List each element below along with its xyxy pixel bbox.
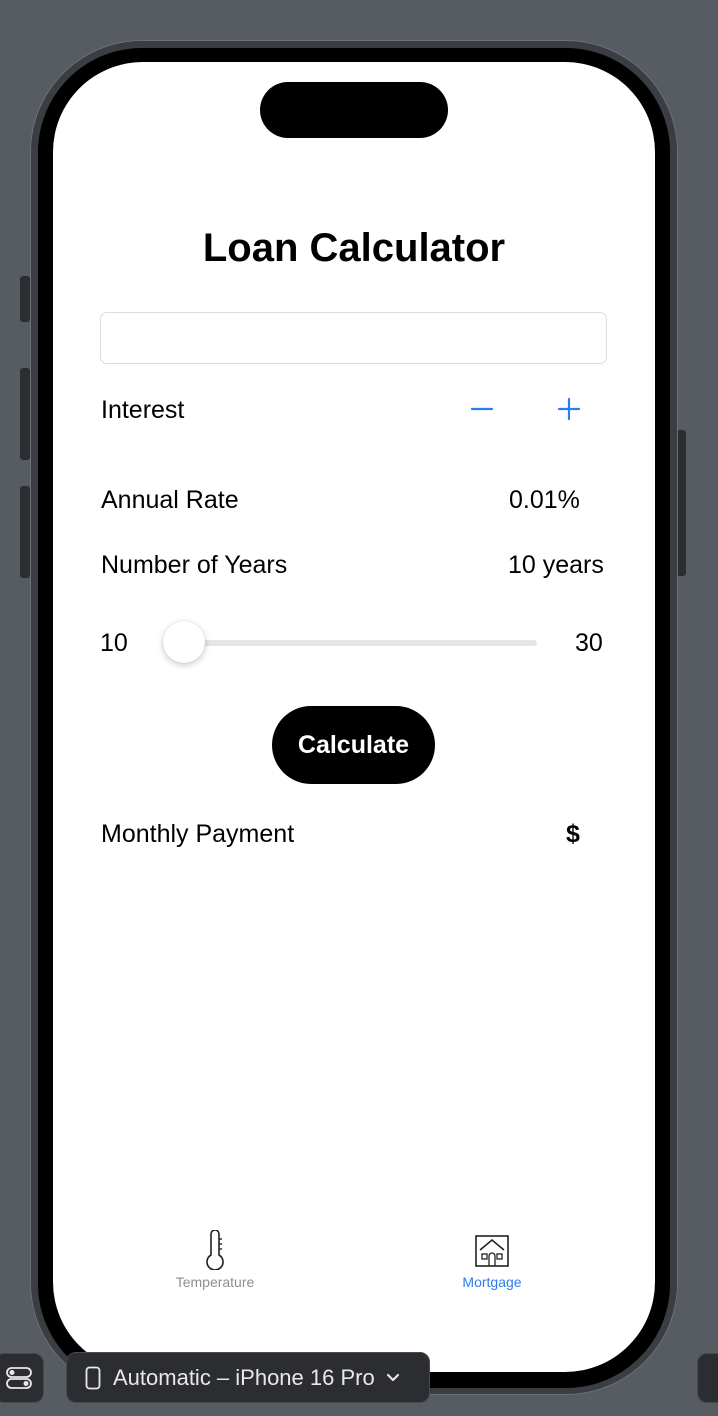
years-slider-track[interactable] <box>173 640 537 646</box>
calculate-button[interactable]: Calculate <box>272 706 435 784</box>
house-icon <box>475 1235 509 1267</box>
minus-icon <box>470 407 494 411</box>
simulator-window: Loan Calculator Interest Annual Rate 0.0… <box>0 0 718 1416</box>
monthly-payment-value: $ <box>566 820 580 848</box>
phone-screen: Loan Calculator Interest Annual Rate 0.0… <box>53 62 655 1372</box>
interest-increment-button[interactable] <box>547 387 591 431</box>
years-value: 10 years <box>508 551 604 579</box>
slider-max-label: 30 <box>575 629 603 657</box>
slider-min-label: 10 <box>100 629 128 657</box>
years-slider-thumb[interactable] <box>163 621 205 663</box>
tab-temperature[interactable]: Temperature <box>135 1230 295 1290</box>
thermometer-icon <box>206 1230 224 1270</box>
plus-icon <box>557 397 581 421</box>
annual-rate-label: Annual Rate <box>101 486 239 514</box>
chevron-down-icon <box>386 1373 399 1381</box>
toolbar-right-button[interactable] <box>697 1353 718 1403</box>
phone-icon <box>85 1366 101 1389</box>
volume-down-button <box>20 486 30 578</box>
toolbar-toggle-button[interactable] <box>0 1353 44 1403</box>
tab-mortgage-label: Mortgage <box>462 1274 522 1290</box>
loan-amount-input[interactable] <box>100 312 607 364</box>
tab-temperature-label: Temperature <box>175 1274 255 1290</box>
years-label: Number of Years <box>101 551 288 579</box>
monthly-payment-label: Monthly Payment <box>101 820 295 848</box>
page-title: Loan Calculator <box>202 226 506 270</box>
dynamic-island <box>260 82 448 138</box>
toggle-icon <box>6 1367 32 1389</box>
interest-decrement-button[interactable] <box>460 387 504 431</box>
device-selector-label: Automatic – iPhone 16 Pro <box>113 1364 375 1390</box>
device-selector-dropdown[interactable]: Automatic – iPhone 16 Pro <box>66 1352 430 1403</box>
interest-label: Interest <box>101 396 185 424</box>
action-button <box>20 276 30 322</box>
annual-rate-value: 0.01% <box>509 486 580 514</box>
volume-up-button <box>20 368 30 460</box>
tab-mortgage[interactable]: Mortgage <box>412 1230 572 1290</box>
